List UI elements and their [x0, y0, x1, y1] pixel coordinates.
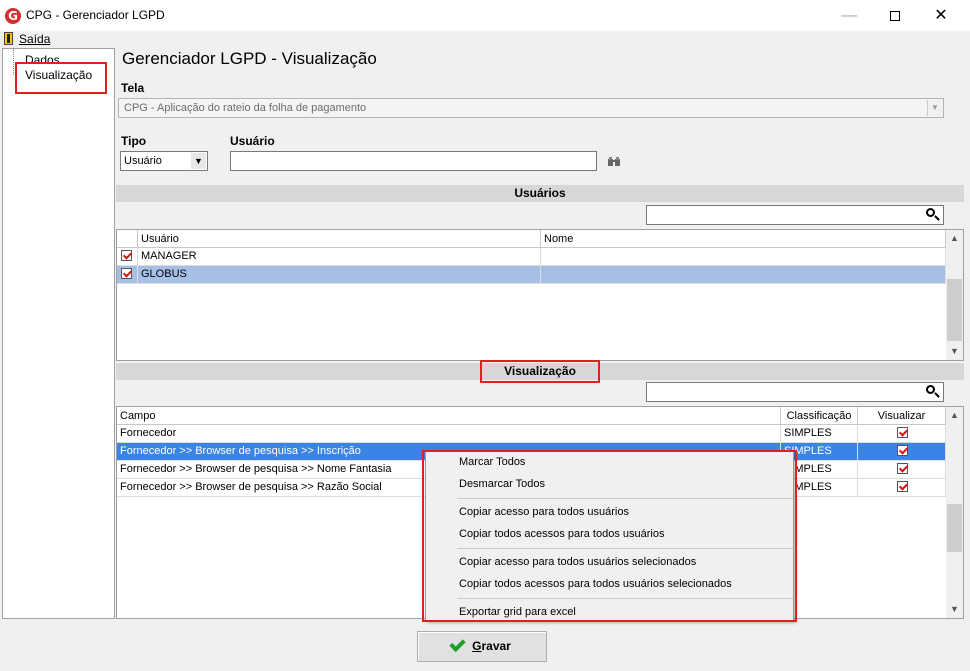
nome-cell — [541, 266, 946, 284]
table-row[interactable]: Fornecedor SIMPLES — [117, 425, 946, 443]
vertical-scrollbar[interactable]: ▲ ▼ — [946, 407, 963, 618]
checkbox[interactable] — [897, 427, 908, 438]
grid-header: Usuário Nome — [117, 230, 946, 248]
usuario-label: Usuário — [230, 134, 275, 148]
scroll-thumb[interactable] — [947, 279, 962, 341]
table-row[interactable]: MANAGER — [117, 248, 946, 266]
column-header-classificacao[interactable]: Classificação — [781, 407, 858, 425]
gravar-button[interactable]: Gravar — [417, 631, 547, 662]
search-icon[interactable] — [925, 384, 940, 399]
menu-saida[interactable]: Saída — [19, 32, 50, 46]
close-button[interactable]: ✕ — [918, 0, 964, 31]
row-checkbox-cell[interactable] — [117, 266, 138, 284]
grid-header: Campo Classificação Visualizar — [117, 407, 946, 425]
row-checkbox-cell[interactable] — [117, 248, 138, 266]
scroll-down-icon[interactable]: ▼ — [946, 601, 963, 618]
scroll-down-icon[interactable]: ▼ — [946, 343, 963, 360]
tipo-value: Usuário — [124, 155, 162, 167]
classificacao-cell: SIMPLES — [781, 425, 858, 443]
window-title: CPG - Gerenciador LGPD — [26, 8, 165, 22]
column-header-visualizar[interactable]: Visualizar — [858, 407, 946, 425]
visualizar-cell[interactable] — [858, 443, 946, 461]
gravar-label: Gravar — [472, 639, 511, 653]
checkbox[interactable] — [897, 481, 908, 492]
visualizar-cell[interactable] — [858, 425, 946, 443]
vertical-scrollbar[interactable]: ▲ ▼ — [946, 230, 963, 360]
app-logo-icon: G — [5, 8, 21, 24]
column-header-campo[interactable]: Campo — [117, 407, 781, 425]
column-header-usuario[interactable]: Usuário — [138, 230, 541, 248]
chevron-down-icon[interactable]: ▼ — [191, 153, 206, 169]
maximize-button[interactable] — [872, 0, 918, 31]
menu-bar — [0, 31, 970, 47]
binoculars-icon[interactable] — [608, 157, 620, 169]
search-icon[interactable] — [925, 207, 940, 222]
tela-select[interactable]: CPG - Aplicação do rateio da folha de pa… — [118, 98, 944, 118]
highlight-box — [15, 62, 107, 94]
scroll-up-icon[interactable]: ▲ — [946, 230, 963, 247]
visualizar-cell[interactable] — [858, 479, 946, 497]
minimize-button[interactable]: — — [826, 0, 872, 31]
visualizacao-search-input[interactable] — [646, 382, 944, 402]
tela-value: CPG - Aplicação do rateio da folha de pa… — [124, 102, 367, 114]
checkbox[interactable] — [897, 445, 908, 456]
tipo-select[interactable]: Usuário ▼ — [120, 151, 208, 171]
tela-label: Tela — [121, 81, 145, 95]
checkbox[interactable] — [897, 463, 908, 474]
highlight-box — [480, 360, 600, 383]
column-header-check — [117, 230, 138, 248]
nome-cell — [541, 248, 946, 266]
visualizar-cell[interactable] — [858, 461, 946, 479]
highlight-box — [422, 450, 797, 622]
checkbox[interactable] — [121, 268, 132, 279]
usuario-input[interactable] — [230, 151, 597, 171]
usuarios-section-header: Usuários — [116, 185, 964, 202]
usuario-cell: GLOBUS — [138, 266, 541, 284]
chevron-down-icon[interactable]: ▼ — [927, 100, 942, 116]
tree-connector — [13, 49, 14, 75]
page-title: Gerenciador LGPD - Visualização — [122, 49, 377, 68]
usuarios-grid: Usuário Nome MANAGER GLOBUS ▲ ▼ — [116, 229, 964, 361]
scroll-thumb[interactable] — [947, 504, 962, 552]
checkbox[interactable] — [121, 250, 132, 261]
usuarios-search-input[interactable] — [646, 205, 944, 225]
column-header-nome[interactable]: Nome — [541, 230, 946, 248]
scroll-up-icon[interactable]: ▲ — [946, 407, 963, 424]
usuario-cell: MANAGER — [138, 248, 541, 266]
navigation-tree: Dados Visualização — [2, 48, 115, 619]
tipo-label: Tipo — [121, 134, 147, 148]
table-row[interactable]: GLOBUS — [117, 266, 946, 284]
campo-cell: Fornecedor — [117, 425, 781, 443]
maximize-icon — [890, 10, 900, 21]
exit-icon[interactable] — [4, 32, 13, 45]
checkmark-icon — [449, 635, 466, 653]
